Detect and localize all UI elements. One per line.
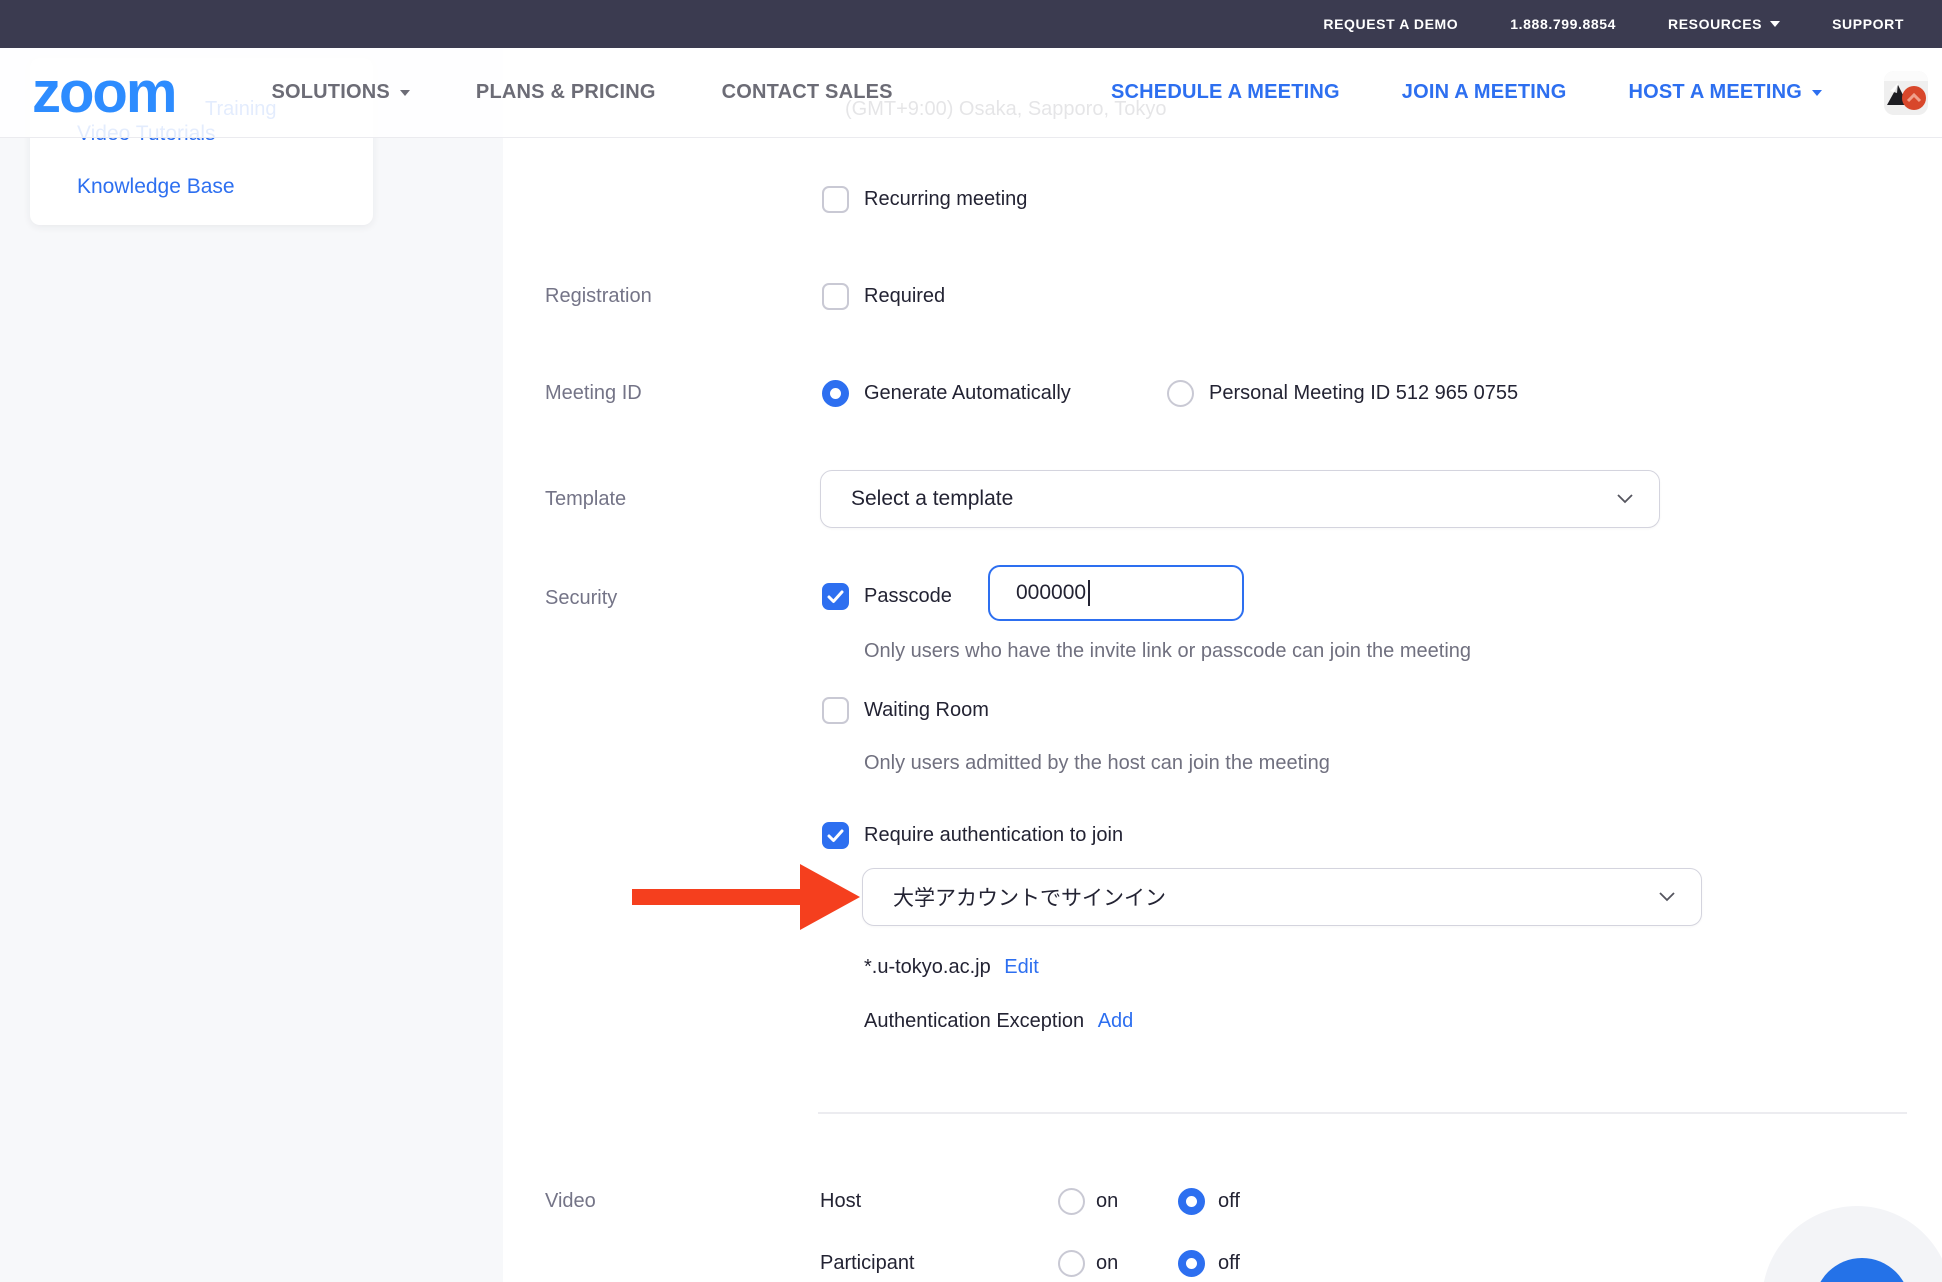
meeting-id-personal-label: Personal Meeting ID 512 965 0755 [1209, 382, 1518, 405]
template-select-value: Select a template [851, 487, 1013, 511]
host-meeting-menu[interactable]: HOST A MEETING [1628, 81, 1822, 104]
check-icon [827, 590, 844, 604]
request-demo-link[interactable]: REQUEST A DEMO [1323, 16, 1458, 32]
check-icon [827, 829, 844, 843]
video-participant-label: Participant [820, 1252, 915, 1275]
nav-solutions[interactable]: SOLUTIONS [271, 81, 409, 104]
chevron-down-icon [400, 90, 410, 96]
recurring-meeting-label: Recurring meeting [864, 188, 1027, 211]
require-auth-checkbox[interactable] [822, 822, 849, 849]
support-link[interactable]: SUPPORT [1832, 16, 1904, 32]
nav-contact-sales[interactable]: CONTACT SALES [722, 81, 893, 104]
meeting-id-generate-label: Generate Automatically [864, 382, 1071, 405]
avatar-image [1884, 71, 1928, 115]
chevron-down-icon [1812, 90, 1822, 96]
waiting-room-help-text: Only users admitted by the host can join… [864, 752, 1330, 775]
nav-solutions-label: SOLUTIONS [271, 81, 389, 104]
header-actions: SCHEDULE A MEETING JOIN A MEETING HOST A… [1111, 71, 1928, 115]
registration-required-label: Required [864, 285, 945, 308]
chevron-down-icon [1659, 892, 1675, 902]
auth-method-value: 大学アカウントでサインイン [893, 882, 1166, 912]
top-utility-bar: REQUEST A DEMO 1.888.799.8854 RESOURCES … [0, 0, 1942, 48]
auth-exception-add-link[interactable]: Add [1098, 1010, 1134, 1032]
header-nav: SOLUTIONS PLANS & PRICING CONTACT SALES [271, 81, 892, 104]
template-select[interactable]: Select a template [820, 470, 1660, 528]
participant-video-on-label: on [1096, 1252, 1118, 1275]
meeting-id-generate-radio[interactable] [822, 380, 849, 407]
zoom-logo[interactable]: zoom [32, 59, 175, 126]
waiting-room-label: Waiting Room [864, 699, 989, 722]
host-video-on-label: on [1096, 1190, 1118, 1213]
passcode-label: Passcode [864, 585, 952, 608]
main-header: zoom SOLUTIONS PLANS & PRICING CONTACT S… [0, 48, 1942, 138]
host-meeting-label: HOST A MEETING [1628, 81, 1802, 104]
meeting-id-personal-radio[interactable] [1167, 380, 1194, 407]
host-video-off-radio[interactable] [1178, 1188, 1205, 1215]
template-label: Template [545, 488, 626, 511]
participant-video-off-label: off [1218, 1252, 1240, 1275]
passcode-help-text: Only users who have the invite link or p… [864, 640, 1471, 663]
video-host-label: Host [820, 1190, 861, 1213]
participant-video-on-radio[interactable] [1058, 1250, 1085, 1277]
require-auth-label: Require authentication to join [864, 824, 1123, 847]
meeting-id-label: Meeting ID [545, 382, 642, 405]
waiting-room-checkbox[interactable] [822, 697, 849, 724]
video-label: Video [545, 1190, 596, 1213]
host-video-on-radio[interactable] [1058, 1188, 1085, 1215]
red-arrow-annotation [632, 862, 860, 932]
schedule-meeting-form: Recurring meeting Registration Required … [0, 0, 1942, 1282]
chevron-down-icon [1770, 21, 1780, 27]
resources-menu[interactable]: RESOURCES [1668, 16, 1780, 32]
registration-label: Registration [545, 285, 652, 308]
page: Video Tutorials Knowledge Base Training … [0, 0, 1942, 1282]
text-cursor [1088, 580, 1090, 606]
section-divider [818, 1112, 1907, 1114]
registration-required-checkbox[interactable] [822, 283, 849, 310]
security-label: Security [545, 587, 617, 610]
avatar[interactable] [1884, 71, 1928, 115]
passcode-value: 000000 [1016, 581, 1086, 605]
passcode-input[interactable]: 000000 [988, 565, 1244, 621]
auth-domain-row: *.u-tokyo.ac.jp Edit [864, 956, 1039, 979]
auth-domain-text: *.u-tokyo.ac.jp [864, 956, 991, 978]
host-video-off-label: off [1218, 1190, 1240, 1213]
auth-exception-label: Authentication Exception [864, 1010, 1084, 1032]
passcode-checkbox[interactable] [822, 583, 849, 610]
nav-plans-pricing[interactable]: PLANS & PRICING [476, 81, 656, 104]
phone-number[interactable]: 1.888.799.8854 [1510, 16, 1616, 32]
recurring-meeting-checkbox[interactable] [822, 186, 849, 213]
auth-method-select[interactable]: 大学アカウントでサインイン [862, 868, 1702, 926]
resources-label: RESOURCES [1668, 16, 1762, 32]
join-meeting-link[interactable]: JOIN A MEETING [1402, 81, 1567, 104]
schedule-meeting-link[interactable]: SCHEDULE A MEETING [1111, 81, 1340, 104]
participant-video-off-radio[interactable] [1178, 1250, 1205, 1277]
auth-exception-row: Authentication Exception Add [864, 1010, 1133, 1033]
chevron-down-icon [1617, 494, 1633, 504]
auth-domain-edit-link[interactable]: Edit [1004, 956, 1038, 978]
